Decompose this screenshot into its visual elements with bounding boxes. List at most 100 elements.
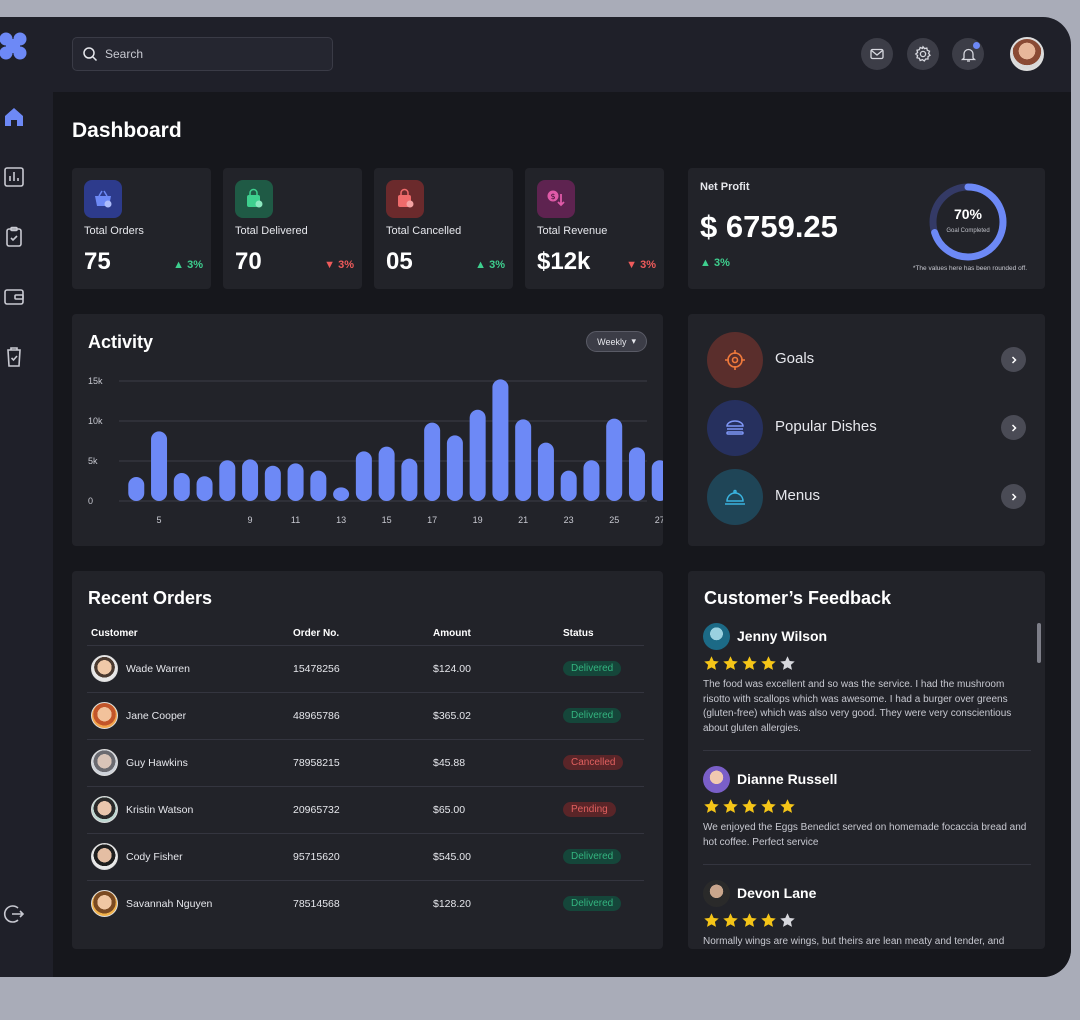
chevron-right-icon[interactable] — [1001, 484, 1026, 509]
x-tick-label: 13 — [336, 515, 346, 525]
chart-bar[interactable] — [173, 473, 190, 501]
table-row[interactable]: Kristin Watson 20965732 $65.00 Pending — [87, 786, 644, 834]
gear-icon — [914, 45, 931, 62]
search-icon — [83, 47, 98, 62]
order-number: 48965786 — [289, 692, 429, 740]
chart-bar[interactable] — [651, 460, 663, 501]
chevron-right-icon[interactable] — [1001, 415, 1026, 440]
quick-link-goals[interactable]: Goals — [707, 332, 1027, 388]
analytics-icon[interactable] — [2, 165, 26, 189]
star-filled-icon — [704, 913, 719, 927]
x-tick-label: 11 — [291, 515, 300, 525]
orders-clipboard-icon[interactable] — [2, 225, 26, 249]
star-filled-icon — [742, 799, 757, 813]
logout-icon[interactable] — [2, 902, 26, 926]
chart-bar[interactable] — [424, 422, 441, 501]
stat-change: ▼ 3% — [324, 259, 354, 271]
status-badge: Delivered — [563, 849, 622, 864]
wallet-icon[interactable] — [2, 285, 26, 309]
chart-bar[interactable] — [606, 418, 623, 501]
chart-bar[interactable] — [355, 451, 372, 501]
sidebar — [0, 17, 53, 977]
feedback-item: Dianne Russell We enjoyed the Eggs Bened… — [703, 764, 1031, 865]
chart-bar[interactable] — [219, 460, 236, 501]
chart-bar[interactable] — [492, 379, 509, 501]
customer-name: Savannah Nguyen — [126, 897, 213, 910]
quick-link-label: Menus — [775, 487, 821, 504]
chart-bar[interactable] — [537, 442, 554, 501]
chart-bar[interactable] — [628, 447, 645, 501]
chart-bar[interactable] — [310, 470, 327, 501]
chart-bar[interactable] — [128, 477, 145, 501]
settings-button[interactable] — [907, 38, 939, 70]
messages-button[interactable] — [861, 38, 893, 70]
order-amount: $65.00 — [429, 786, 559, 834]
table-row[interactable]: Jane Cooper 48965786 $365.02 Delivered — [87, 692, 644, 740]
chart-bar[interactable] — [401, 458, 418, 501]
quick-link-popular-dishes[interactable]: Popular Dishes — [707, 400, 1027, 456]
chart-bar[interactable] — [242, 459, 259, 501]
chart-bar[interactable] — [287, 463, 304, 501]
chart-bar[interactable] — [333, 487, 350, 501]
notification-dot — [973, 42, 980, 49]
table-row[interactable]: Cody Fisher 95715620 $545.00 Delivered — [87, 833, 644, 881]
order-amount: $45.88 — [429, 739, 559, 787]
table-row[interactable]: Guy Hawkins 78958215 $45.88 Cancelled — [87, 739, 644, 787]
avatar — [91, 890, 118, 918]
quick-link-menus[interactable]: Menus — [707, 469, 1027, 525]
search-input[interactable] — [105, 38, 325, 70]
reviewer-name: Dianne Russell — [737, 771, 838, 787]
status-badge: Pending — [563, 802, 616, 817]
feedback-card: Customer’s Feedback Jenny Wilson The foo… — [688, 571, 1045, 949]
scrollbar[interactable] — [1037, 623, 1041, 663]
search-box[interactable] — [72, 37, 333, 71]
goal-percent: 70% — [953, 206, 983, 222]
chevron-right-icon[interactable] — [1001, 347, 1026, 372]
order-number: 78958215 — [289, 739, 429, 787]
star-filled-icon — [742, 656, 757, 670]
user-avatar[interactable] — [1010, 37, 1044, 71]
quick-link-label: Popular Dishes — [775, 418, 877, 435]
notifications-button[interactable] — [952, 38, 984, 70]
chart-bar[interactable] — [378, 446, 395, 501]
chart-bar[interactable] — [446, 435, 463, 501]
review-text: The food was excellent and so was the se… — [703, 679, 1012, 734]
customer-name: Kristin Watson — [126, 803, 194, 816]
feedback-list[interactable]: Jenny Wilson The food was excellent and … — [703, 621, 1031, 949]
star-filled-icon — [704, 656, 719, 670]
stat-card-total-revenue: $ Total Revenue $12k ▼ 3% — [525, 168, 664, 289]
table-row[interactable]: Savannah Nguyen 78514568 $128.20 Deliver… — [87, 880, 644, 927]
net-profit-value: $ 6759.25 — [700, 209, 838, 244]
x-tick-label: 21 — [518, 515, 528, 525]
chart-bar[interactable] — [583, 460, 600, 501]
stat-value: 05 — [386, 248, 413, 275]
chart-bar[interactable] — [196, 476, 213, 501]
recent-orders-title: Recent Orders — [88, 588, 213, 608]
chart-bar[interactable] — [560, 470, 577, 501]
status-badge: Delivered — [563, 708, 622, 723]
x-tick-label: 25 — [609, 515, 619, 525]
svg-text:$: $ — [550, 192, 555, 201]
mail-icon — [870, 48, 884, 60]
chart-bar[interactable] — [469, 409, 486, 501]
table-row[interactable]: Wade Warren 15478256 $124.00 Delivered — [87, 645, 644, 693]
quick-links-card: Goals Popular Dishes Menus — [688, 314, 1045, 546]
status-badge: Delivered — [563, 661, 622, 676]
y-tick-label: 10k — [88, 416, 103, 426]
y-tick-label: 5k — [88, 456, 98, 466]
star-filled-icon — [704, 799, 719, 813]
x-tick-label: 9 — [248, 515, 253, 525]
orders-table: Customer Order No. Amount Status Wade Wa… — [87, 623, 644, 927]
stat-change: ▲ 3% — [173, 259, 203, 271]
home-icon[interactable] — [2, 105, 26, 129]
logo-icon — [0, 32, 27, 60]
table-header-row: Customer Order No. Amount Status — [87, 623, 644, 646]
x-tick-label: 19 — [473, 515, 483, 525]
chart-bar[interactable] — [151, 431, 168, 501]
stat-value: 75 — [84, 248, 111, 275]
column-header: Status — [559, 623, 644, 646]
chart-bar[interactable] — [264, 465, 281, 501]
tasks-icon[interactable] — [2, 345, 26, 369]
y-tick-label: 15k — [88, 376, 103, 386]
chart-bar[interactable] — [515, 419, 532, 501]
